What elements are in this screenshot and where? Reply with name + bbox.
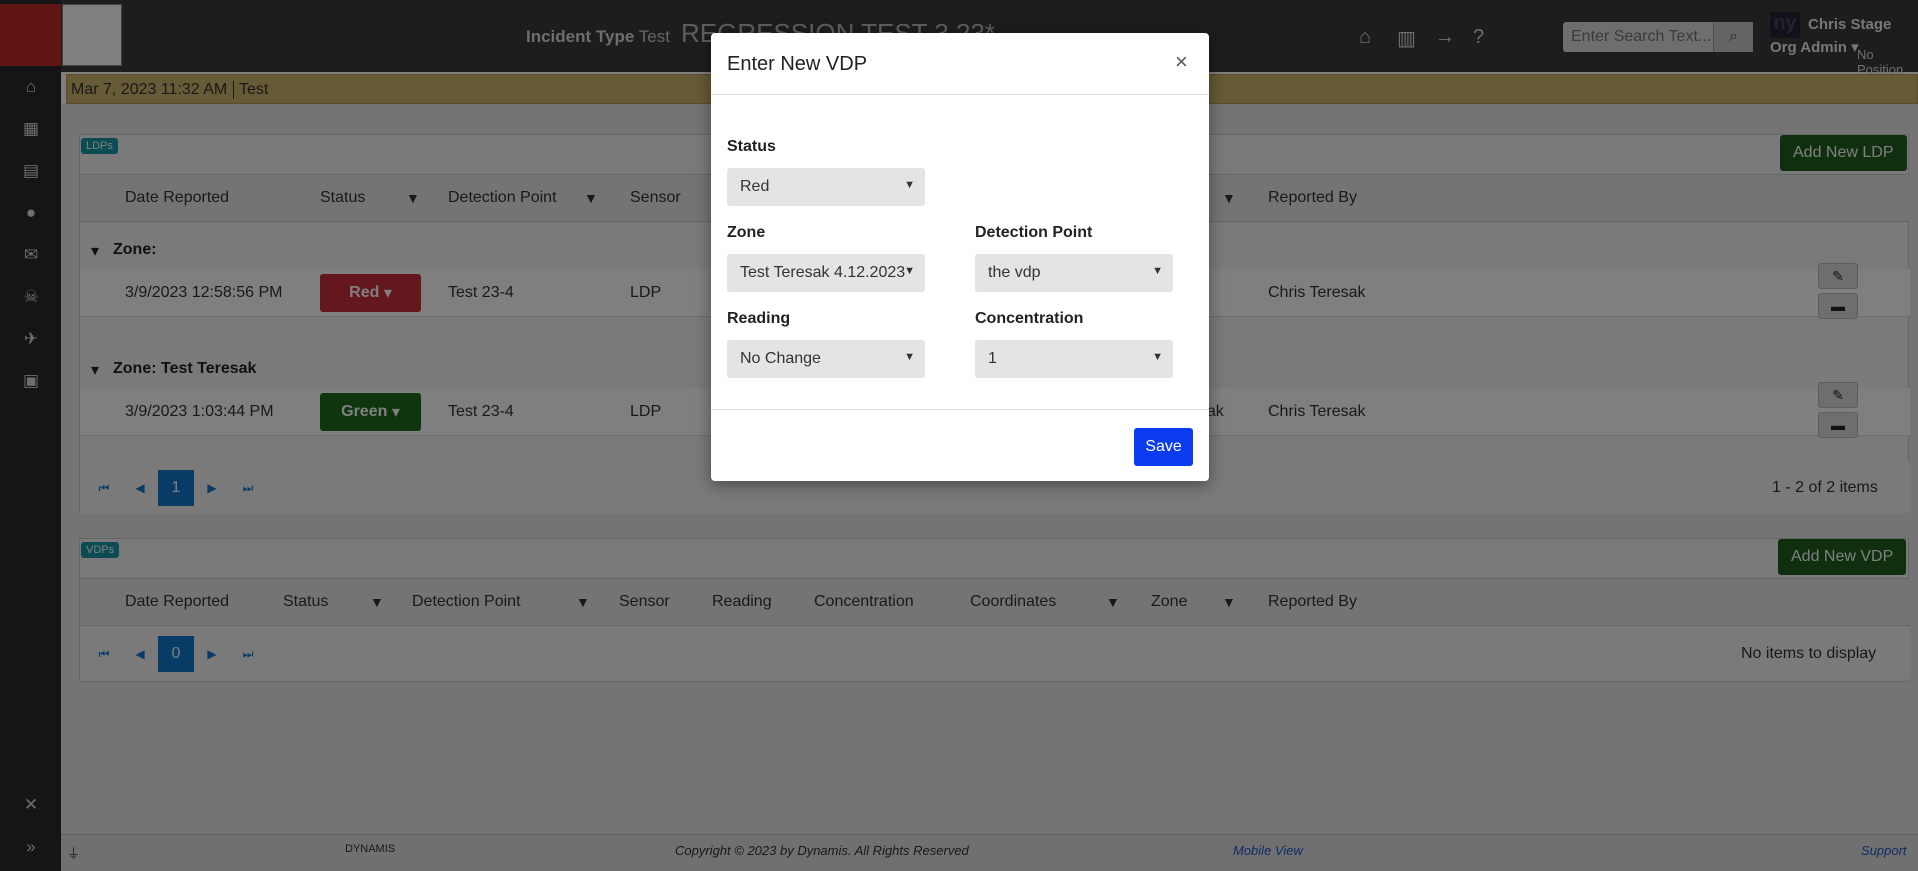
caret-down-icon: ▼ <box>1152 351 1163 363</box>
caret-down-icon: ▼ <box>1152 265 1163 277</box>
zone-label: Zone <box>727 224 766 241</box>
enter-vdp-modal: Enter New VDP × Status Red ▼ Zone Test Te… <box>711 33 1209 481</box>
concentration-label: Concentration <box>975 310 1084 327</box>
status-label: Status <box>727 138 776 155</box>
status-select[interactable]: Red ▼ <box>727 168 925 206</box>
detection-point-select[interactable]: the vdp ▼ <box>975 254 1173 292</box>
modal-title: Enter New VDP <box>727 53 868 75</box>
modal-divider <box>711 409 1209 410</box>
close-icon[interactable]: × <box>1175 49 1188 75</box>
detection-point-label: Detection Point <box>975 224 1093 241</box>
caret-down-icon: ▼ <box>904 179 915 191</box>
reading-label: Reading <box>727 310 791 327</box>
save-button[interactable]: Save <box>1134 428 1193 466</box>
reading-select[interactable]: No Change ▼ <box>727 340 925 378</box>
modal-header: Enter New VDP × <box>711 33 1209 95</box>
concentration-select[interactable]: 1 ▼ <box>975 340 1173 378</box>
caret-down-icon: ▼ <box>904 351 915 363</box>
caret-down-icon: ▼ <box>904 265 915 277</box>
zone-select[interactable]: Test Teresak 4.12.2023 ▼ <box>727 254 925 292</box>
